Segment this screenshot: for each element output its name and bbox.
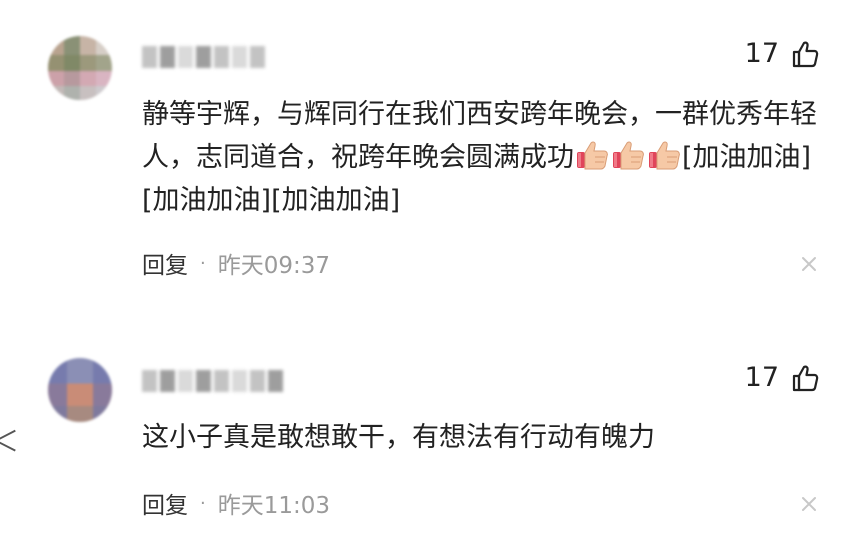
thumbs-up-outline-icon[interactable] (791, 40, 819, 68)
close-icon[interactable] (801, 496, 817, 512)
avatar[interactable] (48, 36, 112, 100)
thumbs-up-emoji (613, 141, 644, 170)
like-count: 17 (744, 362, 779, 393)
like-area[interactable]: 17 (745, 362, 819, 393)
reply-button[interactable]: 回复 (142, 486, 188, 520)
avatar[interactable] (48, 358, 112, 422)
comment-text: 这小子真是敢想敢干，有想法有行动有魄力 (142, 416, 832, 459)
like-count: 17 (744, 38, 779, 69)
comment-text-main: 这小子真是敢想敢干，有想法有行动有魄力 (142, 422, 655, 453)
close-icon[interactable] (801, 256, 817, 272)
thumbs-up-outline-icon[interactable] (791, 364, 819, 392)
comment-meta: 回复 · 昨天11:03 (142, 486, 330, 520)
comment-time: 昨天11:03 (217, 493, 331, 519)
username-blurred[interactable] (142, 46, 265, 70)
comment-meta: 回复 · 昨天09:37 (142, 246, 330, 280)
edge-glyph-cropped: ＜ (0, 425, 20, 458)
username-blurred[interactable] (142, 370, 283, 394)
comment-time: 昨天09:37 (217, 253, 331, 279)
meta-separator: · (200, 252, 206, 274)
like-area[interactable]: 17 (745, 38, 819, 69)
reply-button[interactable]: 回复 (142, 246, 188, 280)
comment-text: 静等宇辉，与辉同行在我们西安跨年晚会，一群优秀年轻人，志同道合，祝跨年晚会圆满成… (142, 93, 832, 222)
thumbs-up-emoji (649, 141, 680, 170)
meta-separator: · (200, 492, 206, 514)
thumbs-up-emoji (577, 141, 608, 170)
